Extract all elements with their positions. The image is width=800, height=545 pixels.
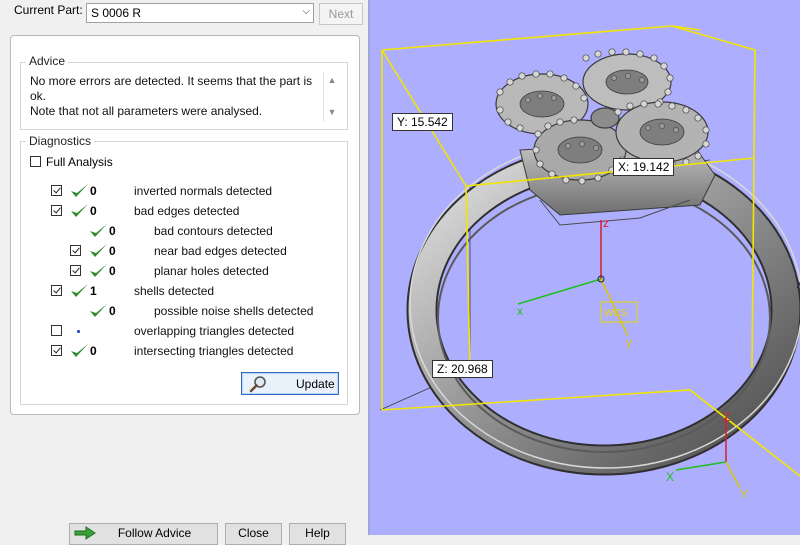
diagnostic-checkbox[interactable] xyxy=(51,285,62,296)
diagnostic-label: bad edges detected xyxy=(134,204,240,218)
diagnostic-count: 0 xyxy=(90,184,97,198)
check-icon xyxy=(71,344,88,357)
diagnostic-label: near bad edges detected xyxy=(154,244,287,258)
scroll-down-icon[interactable]: ▼ xyxy=(324,107,340,117)
3d-viewport[interactable]: z x y WCS Z X Y Y: 15.542 X: 19.142 Z: 2… xyxy=(370,0,800,535)
close-button[interactable]: Close xyxy=(225,523,282,545)
advice-line-2: Note that not all parameters were analys… xyxy=(30,104,263,118)
diagnostic-count: 0 xyxy=(109,304,116,318)
follow-advice-button[interactable]: Follow Advice xyxy=(69,523,218,545)
advice-text: No more errors are detected. It seems th… xyxy=(30,74,320,119)
check-icon xyxy=(90,264,107,277)
full-analysis-label: Full Analysis xyxy=(46,155,113,169)
check-icon xyxy=(90,244,107,257)
measure-z-label: Z: 20.968 xyxy=(432,360,493,378)
diagnostic-count: 0 xyxy=(90,344,97,358)
diagnostic-checkbox[interactable] xyxy=(51,205,62,216)
help-button[interactable]: Help xyxy=(289,523,346,545)
check-icon xyxy=(71,184,88,197)
diagnostic-label: overlapping triangles detected xyxy=(134,324,295,338)
diagnostic-count: 0 xyxy=(109,244,116,258)
diagnostic-label: intersecting triangles detected xyxy=(134,344,294,358)
wcs-label: WCS xyxy=(604,308,628,319)
scene-canvas: z x y WCS Z X Y xyxy=(379,25,800,501)
dropdown-arrow-icon: ⌵ xyxy=(302,6,310,17)
diagnostic-checkbox[interactable] xyxy=(51,185,62,196)
diagnostic-count: 0 xyxy=(90,204,97,218)
check-icon xyxy=(90,304,107,317)
measure-x-label: X: 19.142 xyxy=(613,158,675,176)
diagnostics-title: Diagnostics xyxy=(26,134,95,148)
axis-x-label: x xyxy=(517,304,523,318)
axis-y-label: y xyxy=(626,335,632,349)
diagnostic-label: planar holes detected xyxy=(154,264,269,278)
current-part-value: S 0006 R xyxy=(91,6,142,20)
diagnostic-checkbox[interactable] xyxy=(70,245,81,256)
check-icon xyxy=(71,204,88,217)
advice-title: Advice xyxy=(26,54,69,68)
diagnostic-label: possible noise shells detected xyxy=(154,304,314,318)
pending-dot-icon xyxy=(77,330,80,333)
diagnostic-checkbox[interactable] xyxy=(51,325,62,336)
check-icon xyxy=(90,224,107,237)
advice-line-1: No more errors are detected. It seems th… xyxy=(30,74,313,103)
triad-x-label: X xyxy=(666,470,674,484)
axis-z-label: z xyxy=(603,216,609,230)
scroll-up-icon[interactable]: ▲ xyxy=(324,75,340,85)
next-button[interactable]: Next xyxy=(319,3,363,25)
diagnostic-label: shells detected xyxy=(134,284,215,298)
advice-scrollbar[interactable]: ▲ ▼ xyxy=(323,72,340,122)
follow-advice-arrow-icon xyxy=(74,526,96,540)
triad-z-label: Z xyxy=(723,410,730,424)
diagnostic-label: bad contours detected xyxy=(154,224,273,238)
update-label: Update xyxy=(296,377,335,391)
current-part-label: Current Part: xyxy=(14,3,83,17)
magnifier-icon xyxy=(249,376,266,393)
measure-y-label: Y: 15.542 xyxy=(392,113,453,131)
diagnostic-checkbox[interactable] xyxy=(51,345,62,356)
diagnostic-count: 0 xyxy=(109,224,116,238)
full-analysis-checkbox[interactable] xyxy=(30,156,41,167)
update-button[interactable]: Update xyxy=(241,372,339,395)
check-icon xyxy=(71,284,88,297)
diagnostic-count: 0 xyxy=(109,264,116,278)
fix-wizard-panel: Current Part: S 0006 R ⌵ Next Advice No … xyxy=(0,0,368,545)
current-part-select[interactable]: S 0006 R ⌵ xyxy=(86,3,314,23)
follow-advice-label: Follow Advice xyxy=(117,526,192,540)
diagnostic-count: 1 xyxy=(90,284,97,298)
triad-y-label: Y xyxy=(740,487,748,501)
diagnostic-checkbox[interactable] xyxy=(70,265,81,276)
diagnostic-label: inverted normals detected xyxy=(134,184,273,198)
